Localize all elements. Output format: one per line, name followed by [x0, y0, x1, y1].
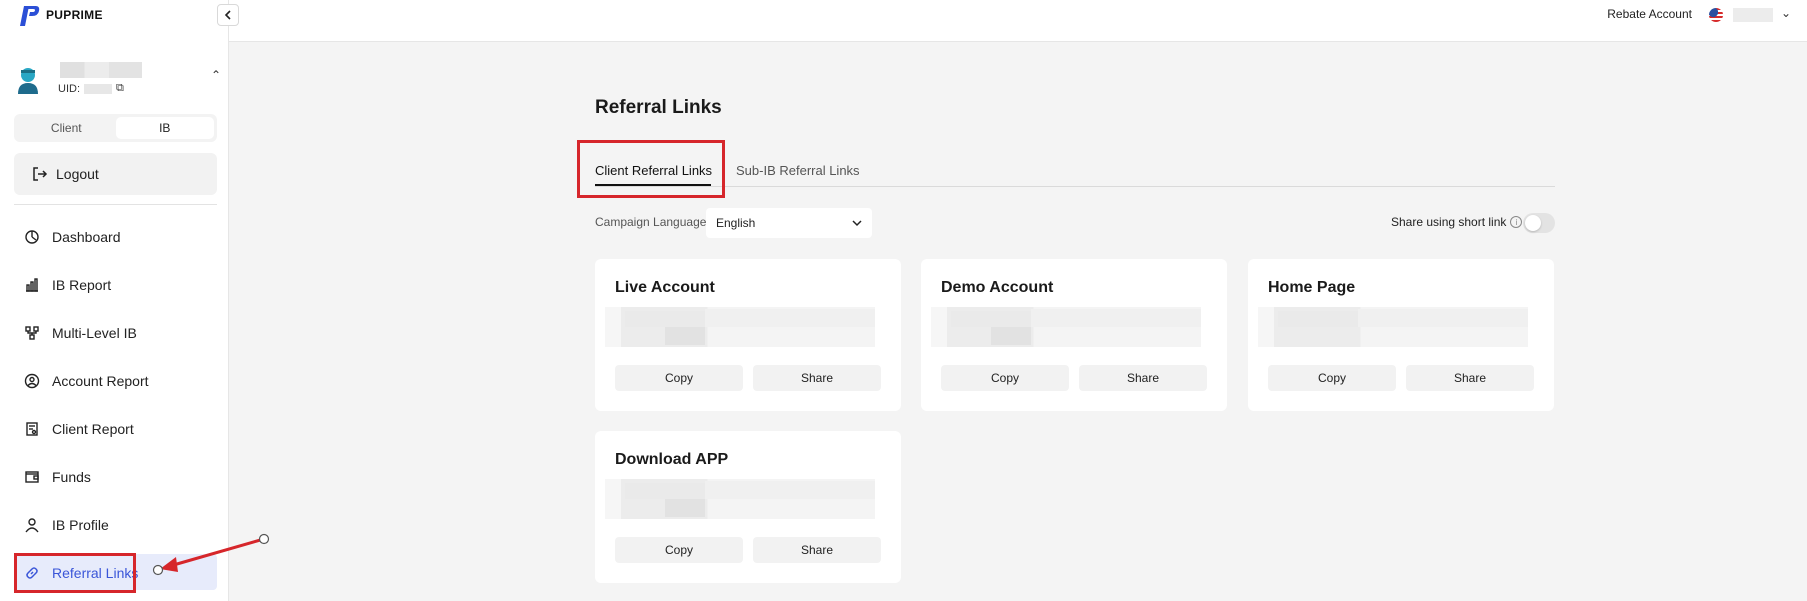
wallet-icon: [25, 471, 39, 483]
uid-label: UID:: [58, 82, 80, 95]
sidebar-item-ib-report[interactable]: IB Report: [14, 261, 217, 309]
sidebar-item-account-report[interactable]: Account Report: [14, 357, 217, 405]
chevron-down-icon[interactable]: ⌄: [1781, 6, 1791, 20]
card-title: Demo Account: [941, 279, 1054, 296]
sidebar-item-label: Multi-Level IB: [52, 325, 137, 341]
link-redacted: [605, 479, 875, 519]
campaign-language-select[interactable]: English: [706, 208, 872, 238]
card-demo-account: Demo Account Copy Share: [921, 259, 1227, 411]
role-ib[interactable]: IB: [115, 117, 214, 139]
share-button[interactable]: Share: [753, 365, 881, 391]
chevron-down-icon: [852, 220, 862, 227]
sidebar-item-funds[interactable]: Funds: [14, 453, 217, 501]
person-icon: [25, 518, 39, 533]
uid: UID: ⧉: [58, 82, 124, 95]
share-short-link-label: Share using short link: [1391, 215, 1507, 229]
campaign-language-value: English: [716, 216, 756, 230]
avatar: [18, 68, 38, 94]
copy-button[interactable]: Copy: [615, 537, 743, 563]
sidebar-item-label: IB Report: [52, 277, 112, 293]
share-button[interactable]: Share: [753, 537, 881, 563]
sidebar-item-ib-profile[interactable]: IB Profile: [14, 501, 217, 549]
sidebar-item-label: IB Profile: [52, 517, 109, 533]
role-client[interactable]: Client: [17, 117, 116, 139]
role-switch: Client IB: [14, 114, 217, 142]
chevron-left-icon: [224, 10, 231, 20]
logo[interactable]: PUPRIME: [16, 4, 103, 26]
logout-button[interactable]: Logout: [14, 153, 217, 195]
sidebar-item-dashboard[interactable]: Dashboard: [14, 213, 217, 261]
page-title: Referral Links: [595, 97, 722, 118]
chevron-up-icon[interactable]: ⌃: [211, 68, 221, 82]
link-redacted: [1258, 307, 1528, 347]
sidebar-nav: Dashboard IB Report Multi-Level IB Accou…: [14, 213, 217, 597]
sidebar-item-label: Account Report: [52, 373, 149, 389]
sidebar-item-label: Funds: [52, 469, 91, 485]
report-icon: [26, 422, 38, 436]
copy-button[interactable]: Copy: [941, 365, 1069, 391]
campaign-language-label: Campaign Language: [595, 215, 707, 229]
divider: [14, 204, 217, 205]
highlight-box-tab: [577, 140, 725, 198]
collapse-sidebar-button[interactable]: [217, 4, 239, 26]
card-title: Home Page: [1268, 279, 1356, 296]
card-title: Live Account: [615, 279, 715, 296]
copy-icon[interactable]: ⧉: [116, 82, 124, 95]
card-title: Download APP: [615, 451, 729, 468]
referral-tabs: Client Referral Links Sub-IB Referral Li…: [595, 153, 1555, 187]
card-download-app: Download APP Copy Share: [595, 431, 901, 583]
link-redacted: [931, 307, 1201, 347]
rebate-account-label[interactable]: Rebate Account: [1607, 7, 1692, 21]
sidebar-item-label: Client Report: [52, 421, 134, 437]
card-home-page: Home Page Copy Share: [1248, 259, 1554, 411]
account-circle-icon: [24, 373, 40, 389]
share-short-link: Share using short link i: [1391, 215, 1523, 229]
tab-sub-ib-referral-links[interactable]: Sub-IB Referral Links: [736, 163, 860, 178]
hierarchy-icon: [25, 326, 39, 340]
logo-text: PUPRIME: [46, 8, 103, 22]
language-redacted[interactable]: [1733, 8, 1773, 22]
sidebar-item-multi-level-ib[interactable]: Multi-Level IB: [14, 309, 217, 357]
puprime-logo-icon: [20, 6, 40, 26]
copy-button[interactable]: Copy: [1268, 365, 1396, 391]
sidebar-item-client-report[interactable]: Client Report: [14, 405, 217, 453]
logout-label: Logout: [56, 166, 99, 182]
user-block[interactable]: UID: ⧉ ⌃: [14, 58, 221, 102]
share-button[interactable]: Share: [1406, 365, 1534, 391]
toggle-knob: [1525, 215, 1541, 231]
uid-value-redacted: [84, 83, 112, 94]
user-name-redacted: [60, 62, 142, 78]
highlight-box-referral-links: [14, 553, 136, 593]
logout-icon: [33, 167, 48, 181]
share-button[interactable]: Share: [1079, 365, 1207, 391]
bar-chart-icon: [26, 278, 38, 292]
dashboard-icon: [25, 230, 39, 244]
link-redacted: [605, 307, 875, 347]
share-short-link-toggle[interactable]: [1523, 213, 1555, 233]
info-icon[interactable]: i: [1510, 216, 1523, 228]
top-bar: Rebate Account ⌄: [229, 0, 1807, 42]
copy-button[interactable]: Copy: [615, 365, 743, 391]
sidebar-item-label: Dashboard: [52, 229, 121, 245]
us-flag-icon[interactable]: [1709, 8, 1723, 22]
card-live-account: Live Account Copy Share: [595, 259, 901, 411]
